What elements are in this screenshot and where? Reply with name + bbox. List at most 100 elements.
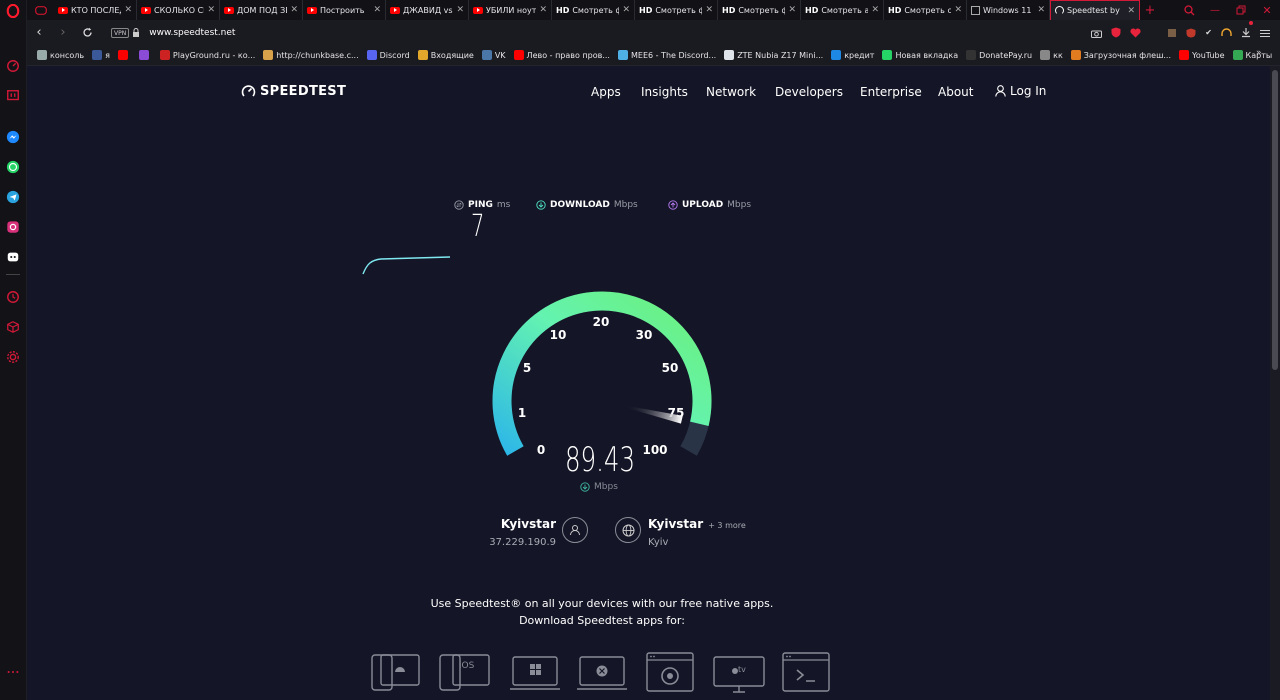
bookmark-18[interactable]: Карты: [1232, 50, 1272, 60]
scrollbar-thumb[interactable]: [1272, 70, 1278, 370]
camera-icon[interactable]: [1091, 23, 1103, 42]
settings-gear-icon[interactable]: [5, 349, 21, 365]
tab-10[interactable]: HDСмотреть се✕: [884, 0, 967, 20]
bookmark-8[interactable]: VK: [481, 50, 506, 60]
nav-about[interactable]: About: [938, 85, 973, 99]
restore-window-button[interactable]: [1228, 5, 1254, 15]
back-icon[interactable]: ‹: [27, 25, 51, 40]
windows-app-button[interactable]: [510, 656, 560, 692]
page-scrollbar[interactable]: [1270, 66, 1280, 700]
vpn-extension-icon[interactable]: [1186, 23, 1196, 42]
forward-icon[interactable]: ›: [51, 25, 75, 40]
more-dots-icon[interactable]: [5, 664, 21, 680]
ios-app-button[interactable]: iOS: [439, 652, 491, 692]
adblock-shield-icon[interactable]: [1111, 23, 1121, 42]
bookmark-2[interactable]: [117, 50, 131, 60]
telegram-icon[interactable]: [5, 189, 21, 205]
easy-setup-menu-icon[interactable]: [1260, 23, 1270, 42]
tab-close-icon[interactable]: ✕: [954, 5, 962, 15]
tab-close-icon[interactable]: ✕: [373, 5, 381, 15]
bookmark-0[interactable]: консоль: [37, 50, 84, 60]
tab-close-icon[interactable]: ✕: [456, 5, 464, 15]
twitch-icon[interactable]: [5, 88, 21, 104]
tab-search-icon[interactable]: [1176, 4, 1202, 16]
bookmark-9[interactable]: Лево - право пров...: [513, 50, 610, 60]
whatsapp-icon[interactable]: [5, 159, 21, 175]
nav-developers[interactable]: Developers: [775, 85, 843, 99]
gamepad-icon[interactable]: [27, 0, 54, 20]
bookmark-7[interactable]: Входящие: [417, 50, 474, 60]
mac-app-button[interactable]: [577, 656, 627, 692]
server-row[interactable]: Kyivstar + 3 more: [648, 517, 746, 531]
bookmarks-overflow-icon[interactable]: »: [1256, 48, 1262, 58]
bookmark-17[interactable]: YouTube: [1179, 50, 1225, 60]
bookmark-1[interactable]: я: [92, 50, 110, 60]
tab-2[interactable]: ДОМ ПОД ЗЕМЛЁЙ✕: [220, 0, 303, 20]
server-globe-icon[interactable]: [615, 517, 641, 543]
nav-apps[interactable]: Apps: [591, 85, 621, 99]
chrome-app-button[interactable]: [646, 652, 694, 692]
tab-0[interactable]: КТО ПОСЛЕДНИЙ✕: [54, 0, 137, 20]
nav-network[interactable]: Network: [706, 85, 756, 99]
tab-close-icon[interactable]: ✕: [124, 5, 132, 15]
extension-icon[interactable]: [1167, 23, 1177, 42]
bookmark-10[interactable]: MEE6 - The Discord...: [617, 50, 716, 60]
bookmark-6[interactable]: Discord: [366, 50, 410, 60]
isp-user-icon[interactable]: [562, 517, 588, 543]
nav-insights[interactable]: Insights: [641, 85, 688, 99]
heart-icon[interactable]: [1130, 23, 1141, 42]
tab-close-icon[interactable]: ✕: [705, 5, 713, 15]
speed-dial-icon[interactable]: [5, 58, 21, 74]
speedtest-logo[interactable]: SPEEDTEST: [241, 84, 346, 99]
bookmark-16[interactable]: Загрузочная флеш...: [1070, 50, 1171, 60]
tab-11[interactable]: Windows 11 ✕: [967, 0, 1050, 20]
discord-icon[interactable]: [5, 249, 21, 265]
bookmark-13[interactable]: Новая вкладка: [882, 50, 958, 60]
tab-6[interactable]: HDСмотреть фи✕: [552, 0, 635, 20]
messenger-icon[interactable]: [5, 129, 21, 145]
tab-5[interactable]: УБИЛИ ноут ✕: [469, 0, 552, 20]
minimize-window-button[interactable]: —: [1202, 5, 1228, 16]
lock-icon[interactable]: [129, 28, 143, 37]
new-tab-plus-icon[interactable]: +: [1140, 3, 1160, 18]
bookmark-14[interactable]: DonatePay.ru: [966, 50, 1032, 60]
vpn-badge[interactable]: VPN: [111, 27, 130, 38]
tab-8[interactable]: HDСмотреть фи✕: [718, 0, 801, 20]
extensions-cube-icon[interactable]: [5, 319, 21, 335]
tab-7[interactable]: HDСмотреть фи✕: [635, 0, 718, 20]
bookmark-5[interactable]: http://chunkbase.c...: [263, 50, 359, 60]
bookmark-11[interactable]: ZTE Nubia Z17 Mini...: [724, 50, 823, 60]
tab-9[interactable]: HDСмотреть ан✕: [801, 0, 884, 20]
download-icon[interactable]: [1241, 21, 1253, 42]
tab-1[interactable]: СКОЛЬКО СЕКУНД✕: [137, 0, 220, 20]
bookmark-3[interactable]: [138, 50, 152, 60]
history-icon[interactable]: [5, 289, 21, 305]
server-more-link[interactable]: + 3 more: [708, 521, 746, 530]
tab-close-icon[interactable]: ✕: [1037, 5, 1045, 15]
tab-close-icon[interactable]: ✕: [788, 5, 796, 15]
android-app-button[interactable]: [371, 652, 421, 692]
tab-3[interactable]: Построить ✕: [303, 0, 386, 20]
opera-logo-icon[interactable]: [5, 3, 21, 19]
tab-4[interactable]: ДЖАВИД vs ✕: [386, 0, 469, 20]
tab-12[interactable]: Speedtest by ✕: [1050, 0, 1140, 20]
instagram-icon[interactable]: [5, 219, 21, 235]
bookmark-15[interactable]: кк: [1040, 50, 1063, 60]
url-field[interactable]: www.speedtest.net: [149, 28, 235, 38]
cli-app-button[interactable]: [782, 652, 830, 692]
bookmark-12[interactable]: кредит: [831, 50, 874, 60]
nav-enterprise[interactable]: Enterprise: [860, 85, 922, 99]
tab-close-icon[interactable]: ✕: [1127, 6, 1135, 16]
bookmark-4[interactable]: PlayGround.ru - ко...: [159, 50, 255, 60]
tab-close-icon[interactable]: ✕: [290, 5, 298, 15]
headphones-icon[interactable]: [1221, 23, 1232, 42]
apple-tv-app-button[interactable]: tv: [713, 656, 765, 694]
vk-extension-icon[interactable]: ✔: [1205, 28, 1212, 37]
login-link[interactable]: Log In: [995, 84, 1046, 98]
tab-close-icon[interactable]: ✕: [622, 5, 630, 15]
close-window-button[interactable]: ✕: [1254, 4, 1280, 17]
tab-close-icon[interactable]: ✕: [207, 5, 215, 15]
tab-close-icon[interactable]: ✕: [871, 5, 879, 15]
reload-icon[interactable]: [75, 27, 99, 38]
tab-close-icon[interactable]: ✕: [539, 5, 547, 15]
